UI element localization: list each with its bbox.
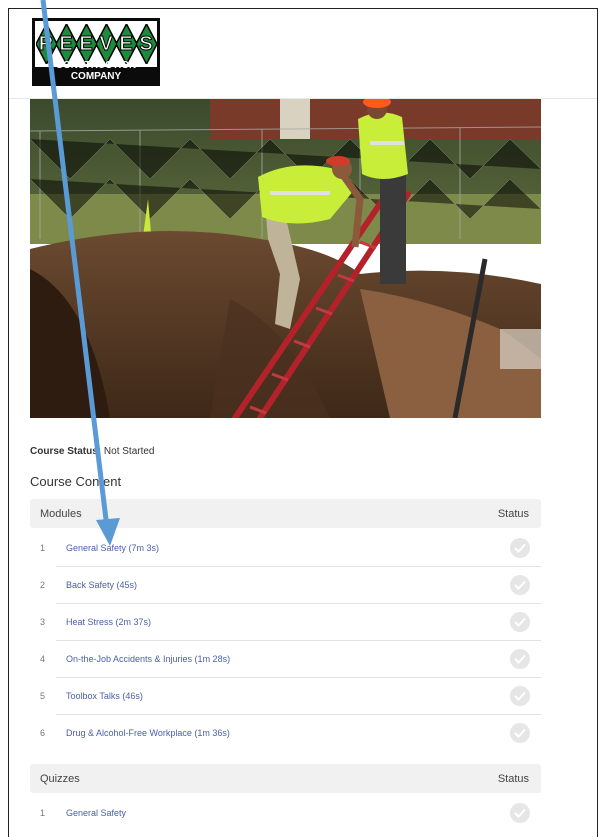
annotation-arrow bbox=[40, 0, 120, 546]
